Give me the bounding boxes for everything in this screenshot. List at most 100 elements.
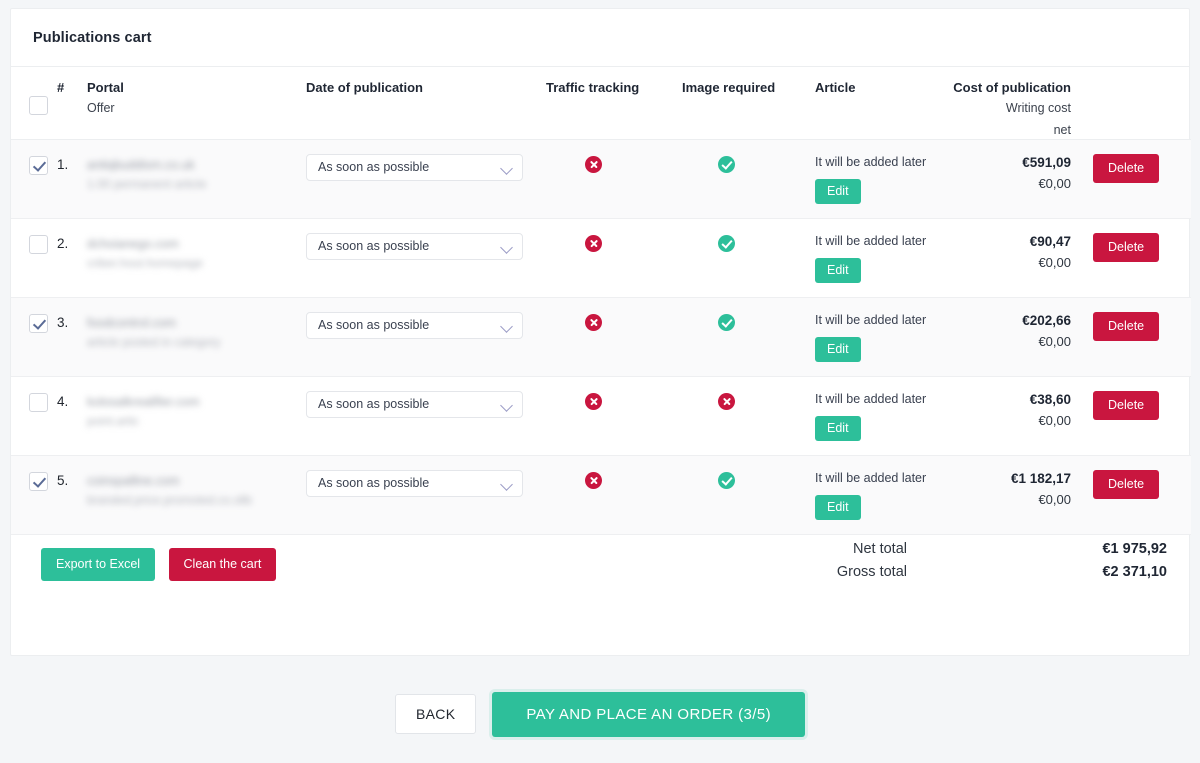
date-select-value: As soon as possible <box>318 397 430 411</box>
x-circle-icon <box>585 314 602 331</box>
gross-total-label: Gross total <box>836 564 907 580</box>
row-date-cell: As soon as possible <box>306 140 546 219</box>
check-circle-icon <box>718 472 735 489</box>
writing-cost-value: €0,00 <box>1038 492 1071 507</box>
table-row: 4. kolosalkrealifier.com point.artic As soo… <box>11 377 1191 456</box>
header-offer-label: Offer <box>87 101 115 115</box>
row-portal-cell: coinspalline.com branded.price.promoted.c… <box>87 456 306 535</box>
header-delete <box>1093 67 1191 140</box>
row-article-cell: It will be added later Edit <box>815 140 940 219</box>
cost-of-publication-value: €591,09 <box>1022 155 1071 170</box>
delete-row-button[interactable]: Delete <box>1093 391 1160 420</box>
row-number: 5. <box>57 473 69 488</box>
x-circle-icon <box>585 156 602 173</box>
row-article-cell: It will be added later Edit <box>815 377 940 456</box>
check-circle-icon <box>718 235 735 252</box>
row-select-cell <box>11 377 57 456</box>
cart-action-buttons: Export to Excel Clean the cart <box>41 548 277 581</box>
header-date: Date of publication <box>306 80 423 95</box>
row-checkbox[interactable] <box>29 314 48 333</box>
row-image-required-cell <box>682 377 815 456</box>
writing-cost-value: €0,00 <box>1038 413 1071 428</box>
article-status-text: It will be added later <box>815 234 927 248</box>
date-of-publication-select[interactable]: As soon as possible <box>306 233 523 260</box>
row-number: 1. <box>57 157 69 172</box>
date-select-value: As soon as possible <box>318 318 430 332</box>
net-total-row: Net total €1 975,92 <box>807 541 1167 557</box>
delete-row-button[interactable]: Delete <box>1093 470 1160 499</box>
writing-cost-value: €0,00 <box>1038 255 1071 270</box>
portal-name: dchoianego.com <box>87 237 179 251</box>
clean-the-cart-button[interactable]: Clean the cart <box>168 548 277 581</box>
row-traffic-tracking-cell <box>546 219 682 298</box>
edit-article-button[interactable]: Edit <box>815 179 861 204</box>
date-of-publication-select[interactable]: As soon as possible <box>306 391 523 418</box>
writing-cost-value: €0,00 <box>1038 176 1071 191</box>
row-article-cell: It will be added later Edit <box>815 219 940 298</box>
net-total-value: €1 975,92 <box>1102 541 1167 557</box>
row-checkbox[interactable] <box>29 156 48 175</box>
page-root: Publications cart # Portal Offer Date of… <box>0 0 1200 763</box>
check-circle-icon <box>718 314 735 331</box>
header-number: # <box>57 80 65 95</box>
chevron-down-icon <box>500 241 513 254</box>
portal-offer: point.artic <box>87 414 140 428</box>
date-of-publication-select[interactable]: As soon as possible <box>306 470 523 497</box>
row-delete-cell: Delete <box>1093 456 1191 535</box>
cart-footer: Export to Excel Clean the cart Net total… <box>11 535 1189 655</box>
table-row: 3. foodcontrol.com article posted in categ… <box>11 297 1191 377</box>
row-checkbox[interactable] <box>29 472 48 491</box>
delete-row-button[interactable]: Delete <box>1093 154 1160 183</box>
select-all-checkbox[interactable] <box>29 96 48 115</box>
x-circle-icon <box>585 235 602 252</box>
header-net-label: net <box>1053 123 1071 137</box>
row-portal-cell: antiqbuddism.co.uk 1.00 permanent article <box>87 140 306 219</box>
edit-article-button[interactable]: Edit <box>815 416 861 441</box>
row-delete-cell: Delete <box>1093 377 1191 456</box>
net-total-label: Net total <box>853 541 907 557</box>
row-image-required-cell <box>682 298 815 377</box>
header-select-all-cell <box>11 67 57 140</box>
date-of-publication-select[interactable]: As soon as possible <box>306 154 523 181</box>
row-traffic-tracking-cell <box>546 456 682 535</box>
chevron-down-icon <box>500 399 513 412</box>
row-cost-cell: €1 182,17 €0,00 <box>940 456 1093 535</box>
export-to-excel-button[interactable]: Export to Excel <box>41 548 156 581</box>
row-article-cell: It will be added later Edit <box>815 456 940 535</box>
row-cost-cell: €90,47 €0,00 <box>940 219 1093 298</box>
cost-of-publication-value: €38,60 <box>1029 392 1071 407</box>
check-circle-icon <box>718 156 735 173</box>
header-portal-label: Portal <box>87 80 124 95</box>
chevron-down-icon <box>500 162 513 175</box>
date-of-publication-select[interactable]: As soon as possible <box>306 312 523 339</box>
cost-of-publication-value: €1 182,17 <box>1010 471 1071 486</box>
portal-offer: 1.00 permanent article <box>87 177 207 191</box>
row-image-required-cell <box>682 219 815 298</box>
row-cost-cell: €202,66 €0,00 <box>940 298 1093 377</box>
portal-offer: article posted in category <box>87 335 221 349</box>
header-portal: Portal Offer <box>87 67 306 140</box>
row-select-cell <box>11 456 57 535</box>
totals-block: Net total €1 975,92 Gross total €2 371,1… <box>807 541 1167 587</box>
row-select-cell <box>11 140 57 219</box>
delete-row-button[interactable]: Delete <box>1093 233 1160 262</box>
row-date-cell: As soon as possible <box>306 456 546 535</box>
row-date-cell: As soon as possible <box>306 377 546 456</box>
row-image-required-cell <box>682 456 815 535</box>
edit-article-button[interactable]: Edit <box>815 495 861 520</box>
delete-row-button[interactable]: Delete <box>1093 312 1160 341</box>
edit-article-button[interactable]: Edit <box>815 337 861 362</box>
page-title: Publications cart <box>11 9 1189 67</box>
table-body: 1. antiqbuddism.co.uk 1.00 permanent artic… <box>11 139 1191 535</box>
row-number: 2. <box>57 236 69 251</box>
header-image-required: Image required <box>682 80 776 95</box>
row-checkbox[interactable] <box>29 393 48 412</box>
row-cost-cell: €38,60 €0,00 <box>940 377 1093 456</box>
edit-article-button[interactable]: Edit <box>815 258 861 283</box>
pay-and-place-order-button[interactable]: PAY AND PLACE AN ORDER (3/5) <box>492 691 805 737</box>
row-checkbox[interactable] <box>29 235 48 254</box>
row-delete-cell: Delete <box>1093 219 1191 298</box>
back-button[interactable]: BACK <box>395 694 477 734</box>
row-select-cell <box>11 298 57 377</box>
portal-offer: criber.hout.homepage <box>87 256 204 270</box>
